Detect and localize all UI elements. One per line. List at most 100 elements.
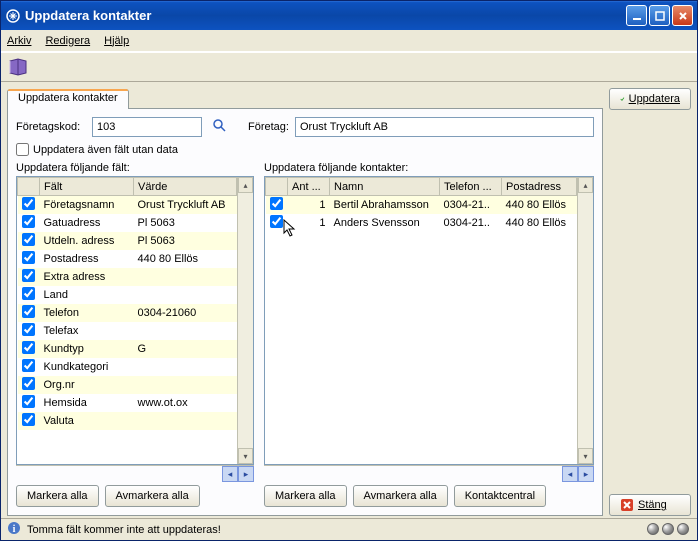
table-row[interactable]: 1Anders Svensson0304-21..440 80 Ellös bbox=[266, 214, 577, 232]
col-varde[interactable]: Värde bbox=[134, 178, 237, 196]
cell-varde bbox=[134, 322, 237, 340]
cell-falt: Hemsida bbox=[40, 394, 134, 412]
foretagskod-label: Företagskod: bbox=[16, 121, 86, 133]
cell-falt: Valuta bbox=[40, 412, 134, 430]
foretag-label: Företag: bbox=[248, 121, 289, 133]
titlebar: Uppdatera kontakter bbox=[1, 1, 697, 30]
menubar: Arkiv Redigera Hjälp bbox=[1, 30, 697, 52]
search-icon[interactable] bbox=[212, 118, 228, 137]
cell-ant: 1 bbox=[288, 214, 330, 232]
table-row[interactable]: FöretagsnamnOrust Tryckluft AB bbox=[18, 196, 237, 215]
uppdatera-button[interactable]: Uppdatera bbox=[609, 88, 691, 110]
scrollbar[interactable]: ▴▾ bbox=[577, 177, 593, 464]
row-checkbox[interactable] bbox=[270, 215, 283, 228]
left-heading: Uppdatera följande fält: bbox=[16, 162, 254, 174]
row-checkbox[interactable] bbox=[22, 287, 35, 300]
menu-redigera[interactable]: Redigera bbox=[45, 35, 90, 47]
cell-varde bbox=[134, 412, 237, 430]
cell-falt: Telefon bbox=[40, 304, 134, 322]
cell-ant: 1 bbox=[288, 196, 330, 215]
avmarkera-alla-right[interactable]: Avmarkera alla bbox=[353, 485, 448, 507]
book-icon[interactable] bbox=[7, 56, 29, 78]
cell-falt: Telefax bbox=[40, 322, 134, 340]
row-checkbox[interactable] bbox=[22, 323, 35, 336]
stang-button[interactable]: Stäng bbox=[609, 494, 691, 516]
cell-varde bbox=[134, 286, 237, 304]
table-row[interactable]: Hemsidawww.ot.ox bbox=[18, 394, 237, 412]
cell-varde: Orust Tryckluft AB bbox=[134, 196, 237, 215]
col-post[interactable]: Postadress bbox=[502, 178, 577, 196]
row-checkbox[interactable] bbox=[22, 395, 35, 408]
contacts-grid[interactable]: Ant ... Namn Telefon ... Postadress 1Ber… bbox=[265, 177, 577, 464]
close-button[interactable] bbox=[672, 5, 693, 26]
window-title: Uppdatera kontakter bbox=[25, 8, 626, 23]
row-checkbox[interactable] bbox=[22, 413, 35, 426]
col-ant[interactable]: Ant ... bbox=[288, 178, 330, 196]
cell-varde: www.ot.ox bbox=[134, 394, 237, 412]
row-checkbox[interactable] bbox=[22, 251, 35, 264]
status-text: Tomma fält kommer inte att uppdateras! bbox=[27, 524, 221, 536]
nav-left[interactable]: ◂ bbox=[562, 466, 578, 482]
cell-varde: 0304-21060 bbox=[134, 304, 237, 322]
right-heading: Uppdatera följande kontakter: bbox=[264, 162, 594, 174]
table-row[interactable]: GatuadressPl 5063 bbox=[18, 214, 237, 232]
minimize-button[interactable] bbox=[626, 5, 647, 26]
nav-right[interactable]: ▸ bbox=[238, 466, 254, 482]
row-checkbox[interactable] bbox=[22, 305, 35, 318]
cell-varde bbox=[134, 358, 237, 376]
cell-telefon: 0304-21.. bbox=[440, 214, 502, 232]
cell-namn: Bertil Abrahamsson bbox=[330, 196, 440, 215]
table-row[interactable]: Org.nr bbox=[18, 376, 237, 394]
cell-falt: Org.nr bbox=[40, 376, 134, 394]
col-namn[interactable]: Namn bbox=[330, 178, 440, 196]
menu-arkiv[interactable]: Arkiv bbox=[7, 35, 31, 47]
nav-right[interactable]: ▸ bbox=[578, 466, 594, 482]
avmarkera-alla-left[interactable]: Avmarkera alla bbox=[105, 485, 200, 507]
maximize-button[interactable] bbox=[649, 5, 670, 26]
foretag-input[interactable] bbox=[295, 117, 594, 137]
table-row[interactable]: Land bbox=[18, 286, 237, 304]
table-row[interactable]: KundtypG bbox=[18, 340, 237, 358]
tab-uppdatera-kontakter[interactable]: Uppdatera kontakter bbox=[7, 89, 129, 109]
row-checkbox[interactable] bbox=[22, 197, 35, 210]
table-row[interactable]: Extra adress bbox=[18, 268, 237, 286]
status-dots bbox=[647, 523, 689, 535]
row-checkbox[interactable] bbox=[22, 269, 35, 282]
statusbar: i Tomma fält kommer inte att uppdateras! bbox=[1, 518, 697, 540]
cell-falt: Företagsnamn bbox=[40, 196, 134, 215]
row-checkbox[interactable] bbox=[22, 377, 35, 390]
row-checkbox[interactable] bbox=[22, 215, 35, 228]
row-checkbox[interactable] bbox=[22, 359, 35, 372]
row-checkbox[interactable] bbox=[22, 233, 35, 246]
table-row[interactable]: Telefon0304-21060 bbox=[18, 304, 237, 322]
table-row[interactable]: Telefax bbox=[18, 322, 237, 340]
foretagskod-input[interactable] bbox=[92, 117, 202, 137]
table-row[interactable]: 1Bertil Abrahamsson0304-21..440 80 Ellös bbox=[266, 196, 577, 215]
table-row[interactable]: Valuta bbox=[18, 412, 237, 430]
scrollbar[interactable]: ▴▾ bbox=[237, 177, 253, 464]
col-falt[interactable]: Fält bbox=[40, 178, 134, 196]
fields-grid[interactable]: Fält Värde FöretagsnamnOrust Tryckluft A… bbox=[17, 177, 237, 464]
cell-varde bbox=[134, 268, 237, 286]
table-row[interactable]: Postadress440 80 Ellös bbox=[18, 250, 237, 268]
toolbar bbox=[1, 52, 697, 82]
cell-falt: Gatuadress bbox=[40, 214, 134, 232]
cell-post: 440 80 Ellös bbox=[502, 196, 577, 215]
table-row[interactable]: Utdeln. adressPl 5063 bbox=[18, 232, 237, 250]
row-checkbox[interactable] bbox=[270, 197, 283, 210]
kontaktcentral-button[interactable]: Kontaktcentral bbox=[454, 485, 546, 507]
markera-alla-right[interactable]: Markera alla bbox=[264, 485, 347, 507]
info-icon: i bbox=[7, 521, 21, 538]
cell-varde: Pl 5063 bbox=[134, 214, 237, 232]
close-icon bbox=[620, 498, 634, 512]
row-checkbox[interactable] bbox=[22, 341, 35, 354]
nav-left[interactable]: ◂ bbox=[222, 466, 238, 482]
uppdatera-aven-checkbox[interactable] bbox=[16, 143, 29, 156]
markera-alla-left[interactable]: Markera alla bbox=[16, 485, 99, 507]
app-icon bbox=[5, 8, 21, 24]
col-telefon[interactable]: Telefon ... bbox=[440, 178, 502, 196]
menu-hjalp[interactable]: Hjälp bbox=[104, 35, 129, 47]
uppdatera-aven-label: Uppdatera även fält utan data bbox=[33, 144, 178, 156]
table-row[interactable]: Kundkategori bbox=[18, 358, 237, 376]
check-icon bbox=[620, 92, 625, 106]
